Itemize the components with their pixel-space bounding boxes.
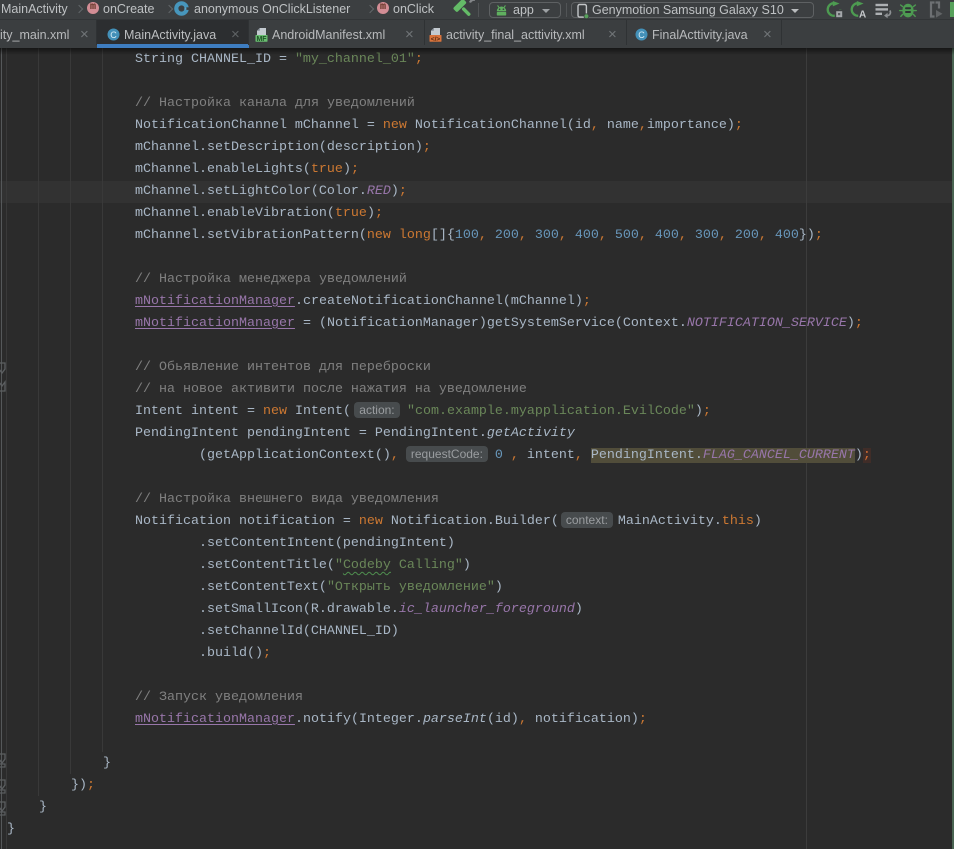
svg-text:</>: </> bbox=[431, 36, 441, 42]
svg-text:C: C bbox=[638, 30, 645, 40]
svg-text:A: A bbox=[859, 10, 866, 19]
svg-text:MF: MF bbox=[256, 36, 267, 42]
svg-text:C: C bbox=[110, 30, 117, 40]
